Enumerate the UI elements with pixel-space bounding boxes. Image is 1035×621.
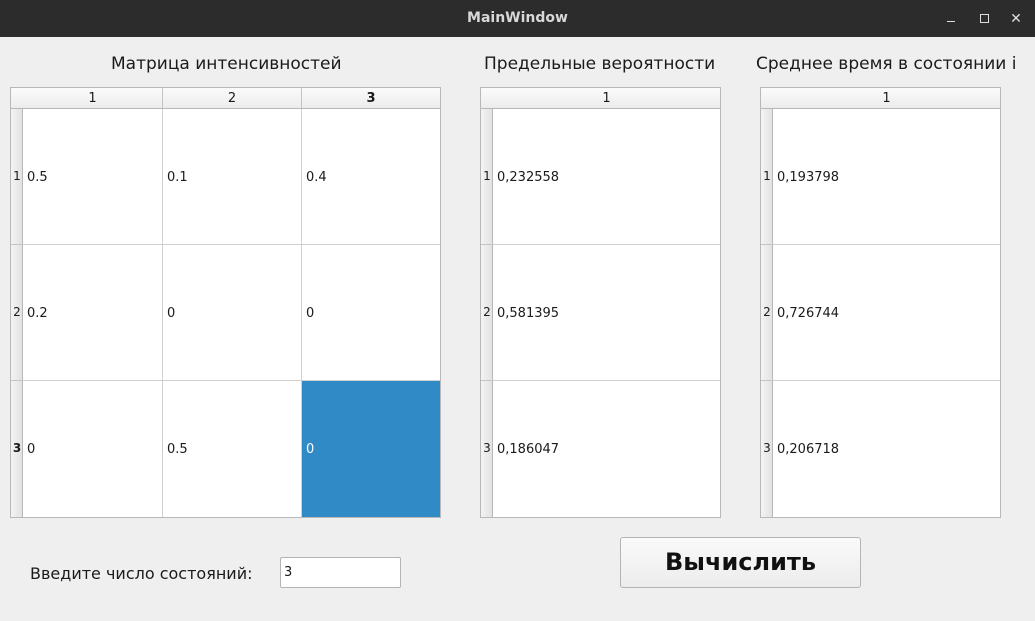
mean-time-table[interactable]: 1 1 2 3 0,193798 0,726744 0,206718 <box>760 87 1001 518</box>
mean-time-column-header-1[interactable]: 1 <box>773 88 1000 108</box>
matrix-cell-2-2[interactable]: 0 <box>163 245 302 381</box>
maximize-icon <box>980 14 989 23</box>
matrix-cell-1-1[interactable]: 0.5 <box>23 109 163 245</box>
column-header-3[interactable]: 3 <box>302 88 440 108</box>
matrix-cell-1-2[interactable]: 0.1 <box>163 109 302 245</box>
mean-time-cell-2[interactable]: 0,726744 <box>773 245 1000 381</box>
mean-time-cell-1[interactable]: 0,193798 <box>773 109 1000 245</box>
matrix-cell-2-1[interactable]: 0.2 <box>23 245 163 381</box>
limits-row-header: 1 2 3 <box>481 109 493 517</box>
mean-time-cell-3[interactable]: 0,206718 <box>773 381 1000 517</box>
matrix-cell-3-3[interactable]: 0 <box>302 381 440 517</box>
matrix-cell-3-2[interactable]: 0.5 <box>163 381 302 517</box>
minimize-button[interactable] <box>940 8 962 30</box>
column-header-1[interactable]: 1 <box>23 88 163 108</box>
limits-row-header-1[interactable]: 1 <box>481 109 493 245</box>
matrix-cell-2-3[interactable]: 0 <box>302 245 440 381</box>
matrix-table[interactable]: 1 2 3 1 2 3 0.5 0.1 0.4 0.2 0 0 0 0.5 0 <box>10 87 441 518</box>
maximize-button[interactable] <box>973 8 995 30</box>
limits-cell-2[interactable]: 0,581395 <box>493 245 720 381</box>
close-icon: ✕ <box>1010 11 1022 27</box>
mean-time-heading: Среднее время в состоянии i <box>756 54 1017 74</box>
limits-row-header-3[interactable]: 3 <box>481 381 493 517</box>
limits-table[interactable]: 1 1 2 3 0,232558 0,581395 0,186047 <box>480 87 721 518</box>
limits-column-header-1[interactable]: 1 <box>493 88 720 108</box>
minimize-icon <box>947 21 955 22</box>
window-title: MainWindow <box>467 10 568 26</box>
matrix-column-header: 1 2 3 <box>11 88 440 109</box>
mean-time-row-header-1[interactable]: 1 <box>761 109 773 245</box>
mean-time-row-header: 1 2 3 <box>761 109 773 517</box>
close-button[interactable]: ✕ <box>1005 8 1027 30</box>
title-bar: MainWindow ✕ <box>0 0 1035 37</box>
calculate-button[interactable]: Вычислить <box>620 537 861 588</box>
matrix-row-header: 1 2 3 <box>11 109 23 517</box>
mean-time-row-header-2[interactable]: 2 <box>761 245 773 381</box>
states-count-label: Введите число состояний: <box>30 564 253 583</box>
limits-heading: Предельные вероятности <box>484 54 716 74</box>
row-header-3[interactable]: 3 <box>11 381 23 517</box>
row-header-2[interactable]: 2 <box>11 245 23 381</box>
states-count-input[interactable] <box>280 557 401 588</box>
matrix-cell-1-3[interactable]: 0.4 <box>302 109 440 245</box>
matrix-heading: Матрица интенсивностей <box>111 54 342 74</box>
limits-cell-3[interactable]: 0,186047 <box>493 381 720 517</box>
mean-time-row-header-3[interactable]: 3 <box>761 381 773 517</box>
limits-column-header: 1 <box>481 88 720 109</box>
limits-cell-1[interactable]: 0,232558 <box>493 109 720 245</box>
mean-time-column-header: 1 <box>761 88 1000 109</box>
row-header-1[interactable]: 1 <box>11 109 23 245</box>
matrix-cell-3-1[interactable]: 0 <box>23 381 163 517</box>
limits-row-header-2[interactable]: 2 <box>481 245 493 381</box>
column-header-2[interactable]: 2 <box>163 88 302 108</box>
